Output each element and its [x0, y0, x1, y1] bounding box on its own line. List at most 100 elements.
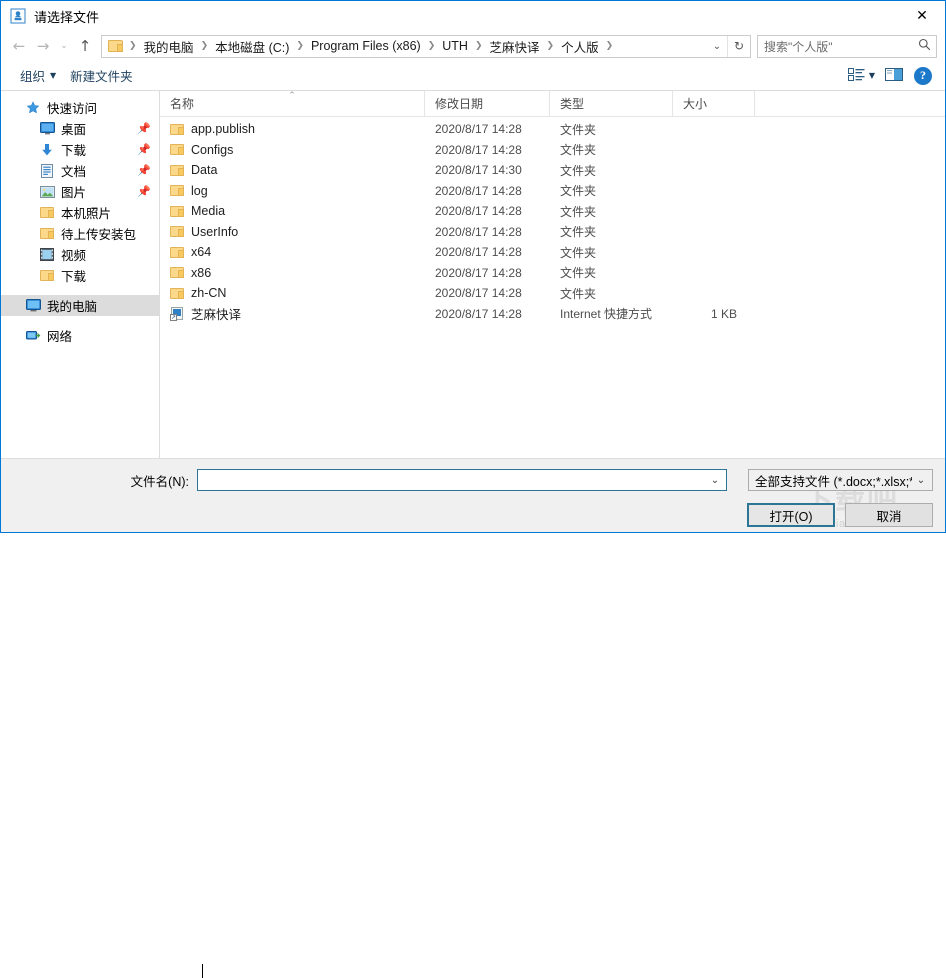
sidebar-item-pictures[interactable]: 图片 📌: [1, 181, 159, 202]
pin-icon[interactable]: 📌: [137, 185, 151, 198]
file-date-cell: 2020/8/17 14:28: [435, 183, 522, 198]
refresh-icon[interactable]: ↻: [728, 39, 750, 53]
file-type-cell: 文件夹: [560, 122, 597, 137]
view-options-button[interactable]: ▼: [843, 64, 880, 88]
sidebar-item-label: 文档: [61, 165, 87, 179]
file-type-cell: 文件夹: [560, 245, 597, 260]
sidebar-item-pending-uploads[interactable]: 待上传安装包: [1, 223, 159, 244]
sidebar-item-quick-access[interactable]: 快速访问: [1, 97, 159, 118]
table-row[interactable]: x86 2020/8/17 14:28 文件夹: [160, 263, 945, 284]
breadcrumb-item-5[interactable]: 个人版: [557, 36, 603, 57]
breadcrumb[interactable]: ❯ 我的电脑 ❯ 本地磁盘 (C:) ❯ Program Files (x86)…: [101, 34, 751, 58]
pin-icon[interactable]: 📌: [137, 164, 151, 177]
column-header-size[interactable]: 大小: [673, 90, 755, 117]
breadcrumb-item-0[interactable]: 我的电脑: [140, 36, 198, 57]
new-folder-label: 新建文件夹: [70, 70, 133, 84]
folder-icon: [170, 266, 185, 279]
breadcrumb-item-1[interactable]: 本地磁盘 (C:): [211, 36, 293, 57]
sidebar-item-label: 下载: [61, 270, 87, 284]
file-size-cell: 1 KB: [710, 306, 737, 321]
sidebar-item-downloads-folder[interactable]: 下载: [1, 265, 159, 286]
internet-shortcut-icon: ↗: [170, 306, 185, 321]
folder-icon: [170, 123, 185, 136]
preview-pane-button[interactable]: [880, 64, 909, 88]
file-name: Media: [191, 204, 226, 219]
back-button[interactable]: ←: [7, 34, 31, 58]
file-type-cell: 文件夹: [560, 286, 597, 301]
file-name-cell: UserInfo: [160, 225, 425, 239]
new-folder-button[interactable]: 新建文件夹: [63, 63, 140, 88]
up-button[interactable]: ↑: [73, 34, 97, 58]
table-row[interactable]: zh-CN 2020/8/17 14:28 文件夹: [160, 283, 945, 304]
file-name: app.publish: [191, 122, 255, 137]
table-row[interactable]: Configs 2020/8/17 14:28 文件夹: [160, 140, 945, 161]
sidebar-item-desktop[interactable]: 桌面 📌: [1, 118, 159, 139]
breadcrumb-separator: ❯: [605, 41, 614, 51]
breadcrumb-item-3[interactable]: UTH: [438, 38, 472, 54]
column-header-type[interactable]: 类型: [550, 90, 673, 117]
file-open-dialog: 请选择文件 ✕ ← → ⌄ ↑ ❯ 我的电脑 ❯ 本地磁盘 (C:) ❯ Pro…: [0, 0, 946, 978]
sidebar-item-this-pc[interactable]: 我的电脑: [1, 295, 159, 316]
chevron-down-icon[interactable]: ⌄: [707, 41, 727, 52]
file-type-filter[interactable]: 全部支持文件 (*.docx;*.xlsx;*.p ⌄: [748, 469, 933, 491]
search-placeholder: 搜索"个人版": [764, 39, 833, 54]
preview-pane-icon: [885, 67, 904, 85]
sidebar-item-network[interactable]: 网络: [1, 325, 159, 346]
column-header-name[interactable]: ⌃ 名称: [160, 90, 425, 117]
file-date-cell: 2020/8/17 14:28: [435, 224, 522, 239]
organize-button[interactable]: 组织 ▼: [13, 63, 63, 88]
table-row[interactable]: ↗ 芝麻快译 2020/8/17 14:28 Internet 快捷方式 1 K…: [160, 304, 945, 325]
open-button[interactable]: 打开(O): [747, 503, 835, 527]
sidebar-item-label: 图片: [61, 186, 87, 200]
breadcrumb-separator: ❯: [427, 41, 436, 51]
table-row[interactable]: Media 2020/8/17 14:28 文件夹: [160, 201, 945, 222]
documents-icon: [39, 163, 55, 179]
help-button[interactable]: ?: [909, 64, 937, 88]
file-name-cell: Configs: [160, 143, 425, 157]
file-type-cell: 文件夹: [560, 225, 597, 240]
file-name-cell: x86: [160, 266, 425, 280]
cancel-button[interactable]: 取消: [845, 503, 933, 527]
file-date-cell: 2020/8/17 14:28: [435, 122, 522, 137]
chevron-down-icon[interactable]: ⌄: [706, 475, 724, 486]
folder-icon: [39, 226, 55, 242]
forward-button[interactable]: →: [31, 34, 55, 58]
close-icon[interactable]: ✕: [899, 2, 945, 31]
sidebar-item-videos[interactable]: 视频: [1, 244, 159, 265]
table-row[interactable]: log 2020/8/17 14:28 文件夹: [160, 181, 945, 202]
column-header-date[interactable]: 修改日期: [425, 90, 550, 117]
table-row[interactable]: UserInfo 2020/8/17 14:28 文件夹: [160, 222, 945, 243]
file-name: x64: [191, 245, 212, 260]
help-icon: ?: [914, 66, 932, 85]
folder-icon: [170, 287, 185, 300]
table-row[interactable]: app.publish 2020/8/17 14:28 文件夹: [160, 119, 945, 140]
file-date-cell: 2020/8/17 14:28: [435, 142, 522, 157]
folder-icon: [39, 268, 55, 284]
title-bar: 请选择文件 ✕: [1, 1, 945, 31]
pin-icon[interactable]: 📌: [137, 122, 151, 135]
file-type-cell: 文件夹: [560, 163, 597, 178]
table-row[interactable]: Data 2020/8/17 14:30 文件夹: [160, 160, 945, 181]
sidebar-item-label: 我的电脑: [47, 300, 98, 314]
file-date-cell: 2020/8/17 14:28: [435, 204, 522, 219]
file-date-cell: 2020/8/17 14:28: [435, 245, 522, 260]
file-type-cell: 文件夹: [560, 143, 597, 158]
recent-locations-button[interactable]: ⌄: [55, 34, 73, 58]
sidebar-item-downloads[interactable]: 下载 📌: [1, 139, 159, 160]
search-icon: [918, 38, 931, 54]
filename-input[interactable]: ⌄: [197, 469, 727, 978]
table-row[interactable]: x64 2020/8/17 14:28 文件夹: [160, 242, 945, 263]
breadcrumb-item-4[interactable]: 芝麻快译: [486, 36, 544, 57]
sidebar-item-documents[interactable]: 文档 📌: [1, 160, 159, 181]
view-list-icon: [847, 67, 865, 85]
file-name-cell: zh-CN: [160, 286, 425, 300]
breadcrumb-item-2[interactable]: Program Files (x86): [307, 38, 425, 54]
dialog-icon: [10, 8, 26, 24]
text-cursor: [202, 964, 203, 978]
filename-label: 文件名(N):: [130, 474, 189, 489]
sidebar-item-local-photos[interactable]: 本机照片: [1, 202, 159, 223]
search-input[interactable]: 搜索"个人版": [757, 34, 937, 58]
pin-icon[interactable]: 📌: [137, 143, 151, 156]
file-name: Configs: [191, 142, 234, 157]
